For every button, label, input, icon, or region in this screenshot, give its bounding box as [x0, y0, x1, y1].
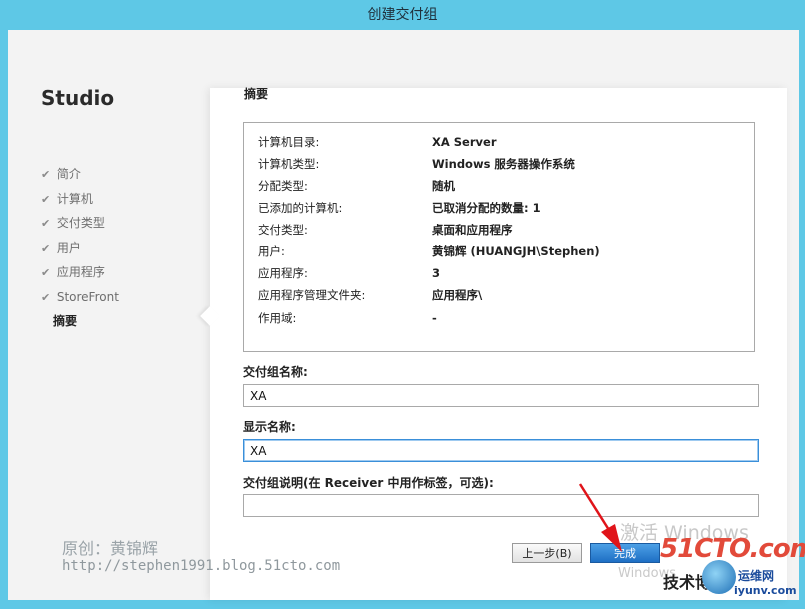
- step-storefront[interactable]: ✔ StoreFront: [41, 285, 119, 310]
- display-name-label: 显示名称:: [243, 420, 296, 434]
- summary-row: 计算机类型: Windows 服务器操作系统: [258, 156, 575, 176]
- summary-value: 3: [432, 266, 441, 280]
- step-label: 用户: [56, 240, 81, 255]
- description-label: 交付组说明(在 Receiver 中用作标签，可选):: [243, 476, 494, 490]
- watermark-yunwei: 运维网: [738, 569, 775, 583]
- step-label: 应用程序: [56, 265, 105, 279]
- summary-row: 交付类型: 桌面和应用程序: [258, 222, 513, 242]
- step-summary[interactable]: 摘要: [41, 309, 119, 334]
- summary-row: 作用域: -: [258, 310, 437, 330]
- summary-row: 应用程序管理文件夹: 应用程序\: [258, 287, 482, 307]
- watermark-iyunv: iyunv.com: [734, 584, 797, 597]
- studio-brand: Studio: [41, 86, 115, 110]
- summary-row: 应用程序: 3: [258, 265, 440, 285]
- step-intro[interactable]: ✔ 简介: [41, 162, 119, 187]
- summary-box: 计算机目录: XA Server 计算机类型: Windows 服务器操作系统 分配…: [243, 122, 755, 352]
- summary-key: 应用程序:: [258, 266, 308, 280]
- step-applications[interactable]: ✔ 应用程序: [41, 260, 119, 285]
- group-name-label: 交付组名称:: [243, 365, 308, 379]
- summary-key: 交付类型:: [258, 223, 308, 237]
- back-button[interactable]: 上一步(B): [512, 543, 582, 563]
- step-delivery-type[interactable]: ✔ 交付类型: [41, 211, 119, 236]
- summary-key: 用户:: [258, 244, 285, 258]
- summary-key: 作用域:: [258, 311, 297, 325]
- yunwei-logo-icon: [702, 560, 736, 594]
- watermark-51cto-logo: 51CTO.com: [660, 534, 805, 564]
- step-machines[interactable]: ✔ 计算机: [41, 187, 119, 212]
- step-label: 交付类型: [56, 216, 105, 230]
- summary-row: 已添加的计算机: 已取消分配的数量: 1: [258, 200, 541, 220]
- summary-row: 计算机目录: XA Server: [258, 134, 497, 154]
- window-title: 创建交付组: [367, 7, 438, 23]
- step-label: 摘要: [53, 314, 78, 328]
- summary-value: 随机: [432, 179, 455, 193]
- summary-key: 分配类型:: [258, 179, 308, 193]
- summary-value: 已取消分配的数量: 1: [432, 201, 541, 215]
- summary-key: 应用程序管理文件夹:: [258, 288, 366, 302]
- page-title: 摘要: [244, 87, 269, 101]
- step-label: 简介: [56, 167, 81, 181]
- check-icon: ✔: [41, 266, 51, 279]
- check-icon: ✔: [41, 241, 51, 255]
- summary-value: Windows 服务器操作系统: [432, 157, 575, 171]
- summary-key: 计算机目录:: [258, 135, 320, 149]
- finish-button[interactable]: 完成: [590, 543, 660, 563]
- check-icon: ✔: [41, 217, 51, 230]
- description-field[interactable]: [243, 494, 759, 517]
- wizard-sidebar: Studio ✔ 简介 ✔ 计算机 ✔ 交付类型 ✔ 用户 ✔ 应用程序 ✔ S…: [8, 30, 208, 600]
- wizard-steps: ✔ 简介 ✔ 计算机 ✔ 交付类型 ✔ 用户 ✔ 应用程序 ✔ StoreFro…: [41, 162, 119, 334]
- summary-value: XA Server: [432, 135, 497, 149]
- step-label: StoreFront: [56, 289, 119, 304]
- summary-value: 黄锦辉 (HUANGJH\Stephen): [432, 244, 600, 258]
- watermark-original: 原创：黄锦辉: [62, 539, 159, 558]
- check-icon: ✔: [41, 290, 51, 304]
- check-icon: ✔: [41, 168, 51, 181]
- summary-row: 分配类型: 随机: [258, 178, 455, 198]
- summary-value: 桌面和应用程序: [432, 223, 513, 237]
- summary-value: -: [432, 311, 437, 325]
- watermark-url: http://stephen1991.blog.51cto.com: [62, 558, 341, 574]
- dialog-client: Studio ✔ 简介 ✔ 计算机 ✔ 交付类型 ✔ 用户 ✔ 应用程序 ✔ S…: [8, 30, 799, 600]
- check-icon: ✔: [41, 192, 51, 206]
- group-name-field[interactable]: [243, 384, 759, 407]
- summary-value: 应用程序\: [432, 288, 483, 302]
- summary-key: 已添加的计算机:: [258, 201, 343, 215]
- summary-row: 用户: 黄锦辉 (HUANGJH\Stephen): [258, 243, 600, 263]
- summary-key: 计算机类型:: [258, 157, 320, 171]
- step-label: 计算机: [56, 191, 93, 206]
- step-users[interactable]: ✔ 用户: [41, 236, 119, 261]
- display-name-field[interactable]: [243, 439, 759, 462]
